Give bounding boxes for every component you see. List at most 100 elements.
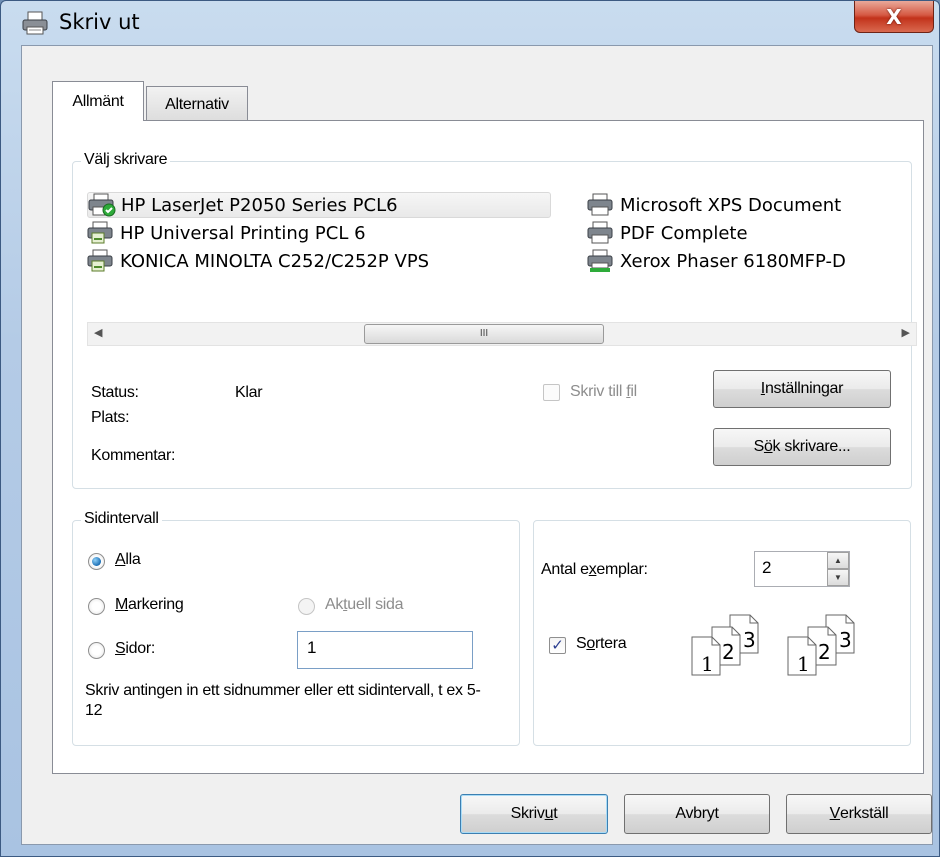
printer-icon — [587, 221, 613, 244]
collate-page-3: 3 — [743, 628, 756, 652]
printer-list[interactable]: HP LaserJet P2050 Series PCL6 HP Univers… — [87, 190, 917, 380]
print-to-file-text-2: il — [630, 383, 637, 400]
collate-page-2: 2 — [818, 640, 831, 664]
collate-checkbox[interactable]: ✓ — [549, 637, 566, 654]
selection-accesskey: M — [115, 596, 129, 613]
pages-input[interactable]: 1 — [297, 631, 473, 669]
collate-page-1: 1 — [797, 652, 810, 676]
scroll-right-icon[interactable]: ▶ — [902, 326, 910, 339]
page-range-selection-label[interactable]: Markering — [115, 596, 184, 614]
copies-value[interactable]: 2 — [762, 558, 771, 578]
cancel-button[interactable]: Avbryt — [624, 794, 770, 834]
select-printer-group-label: Välj skrivare — [81, 151, 171, 169]
print-to-file-checkbox[interactable] — [543, 384, 560, 401]
spin-up-icon[interactable]: ▲ — [827, 552, 849, 569]
page-range-pages-radio[interactable] — [88, 642, 105, 659]
printer-item-microsoft-xps[interactable]: Microsoft XPS Document — [587, 192, 841, 218]
page-range-selection-radio[interactable] — [88, 598, 105, 615]
printer-icon — [22, 11, 48, 35]
pages-text: idor: — [125, 640, 156, 657]
collate-accesskey: o — [586, 635, 595, 652]
location-label: Plats: — [91, 409, 130, 426]
printer-item-konica-minolta[interactable]: KONICA MINOLTA C252/C252P VPS — [87, 248, 429, 274]
printer-name: Microsoft XPS Document — [620, 194, 842, 216]
printer-item-hp-universal[interactable]: HP Universal Printing PCL 6 — [87, 220, 366, 246]
network-printer-icon — [87, 249, 113, 272]
collate-pages-icon: 1 2 3 — [691, 614, 759, 676]
printer-item-hp-laserjet-p2050[interactable]: HP LaserJet P2050 Series PCL6 — [87, 192, 551, 218]
apply-button[interactable]: Verkställ — [786, 794, 932, 834]
print-to-file-label[interactable]: Skriv till fil — [570, 383, 637, 401]
page-range-group-label: Sidintervall — [81, 510, 162, 528]
dialog-client-area: Allmänt Alternativ Välj skrivare HP Lase… — [21, 45, 933, 845]
printer-item-pdf-complete[interactable]: PDF Complete — [587, 220, 748, 246]
copies-label: Antal exemplar: — [541, 561, 648, 579]
page-range-pages-label[interactable]: Sidor: — [115, 640, 155, 658]
status-label: Status: — [91, 384, 139, 401]
copies-text-1: Antal e — [541, 561, 589, 578]
collate-text-2: rtera — [594, 635, 627, 652]
print-text-2: t — [553, 805, 558, 822]
collate-label[interactable]: Sortera — [576, 635, 627, 653]
current-text-1: Ak — [325, 596, 344, 613]
title-bar[interactable]: Skriv ut X — [1, 1, 940, 45]
printer-item-xerox-phaser[interactable]: Xerox Phaser 6180MFP-D — [587, 248, 846, 274]
printer-name: HP Universal Printing PCL 6 — [120, 222, 366, 244]
close-button[interactable]: X — [854, 1, 934, 33]
printer-name: Xerox Phaser 6180MFP-D — [620, 250, 846, 272]
collate-page-2: 2 — [722, 640, 735, 664]
printer-icon — [587, 193, 613, 216]
status-value: Klar — [235, 384, 263, 401]
page-range-all-radio[interactable] — [88, 553, 105, 570]
page-range-all-label[interactable]: Alla — [115, 551, 141, 569]
default-printer-icon — [88, 193, 116, 217]
find-printer-text-1: S — [753, 438, 765, 455]
cancel-label: Avbryt — [675, 805, 719, 822]
copies-spinner[interactable]: 2 ▲ ▼ — [754, 551, 850, 587]
collate-page-1: 1 — [701, 652, 714, 676]
close-icon: X — [886, 4, 902, 29]
spin-down-icon[interactable]: ▼ — [827, 569, 849, 586]
tab-options-label: Alternativ — [165, 95, 229, 113]
shared-printer-icon — [587, 249, 613, 272]
print-dialog-window: Skriv ut X Allmänt Alternativ Välj skriv… — [0, 0, 940, 857]
scroll-left-icon[interactable]: ◀ — [94, 326, 102, 339]
collate-text-1: S — [576, 635, 587, 652]
general-tab-panel: Välj skrivare HP LaserJet P2050 Series P… — [52, 120, 924, 774]
copies-text-2: emplar: — [596, 561, 648, 578]
find-printer-button[interactable]: Sök skrivare... — [713, 428, 891, 466]
pages-accesskey: S — [115, 640, 126, 657]
print-accesskey: u — [544, 805, 554, 822]
find-printer-text-2: k skrivare... — [772, 438, 851, 455]
current-text-2: uell sida — [347, 596, 404, 613]
printer-name: PDF Complete — [620, 222, 748, 244]
collate-page-3: 3 — [839, 628, 852, 652]
scroll-thumb[interactable]: III — [364, 324, 604, 344]
copies-spin-buttons: ▲ ▼ — [827, 552, 849, 586]
printer-name: KONICA MINOLTA C252/C252P VPS — [120, 250, 430, 272]
select-printer-group: Välj skrivare HP LaserJet P2050 Series P… — [72, 151, 917, 489]
page-range-current-label[interactable]: Aktuell sida — [325, 596, 404, 614]
find-printer-accesskey: ö — [763, 438, 773, 455]
tab-general-label: Allmänt — [72, 92, 124, 110]
print-to-file-text-1: Skriv till — [570, 383, 627, 400]
all-text: lla — [125, 551, 141, 568]
collate-pages-icon: 1 2 3 — [787, 614, 855, 676]
comment-label: Kommentar: — [91, 447, 176, 464]
print-button[interactable]: Skriv ut — [460, 794, 608, 834]
page-range-group: Sidintervall Alla Markering Aktuell sida… — [72, 510, 520, 746]
preferences-label: nställningar — [764, 380, 844, 397]
page-range-hint: Skriv antingen in ett sidnummer eller et… — [85, 682, 481, 719]
tab-general[interactable]: Allmänt — [52, 81, 144, 121]
apply-accesskey: V — [829, 805, 841, 822]
apply-text: erkställ — [840, 805, 889, 822]
window-title: Skriv ut — [59, 10, 140, 34]
all-accesskey: A — [115, 551, 126, 568]
tab-options[interactable]: Alternativ — [146, 86, 248, 122]
scroll-grip-icon: III — [479, 328, 489, 339]
print-text-1: Skriv — [510, 805, 545, 822]
printer-list-hscrollbar[interactable]: ◀ III ▶ — [87, 322, 917, 346]
preferences-button[interactable]: Inställningar — [713, 370, 891, 408]
page-range-current-radio[interactable] — [298, 598, 315, 615]
copies-group: Antal exemplar: 2 ▲ ▼ ✓ Sortera 1 2 3 1 … — [533, 520, 911, 746]
